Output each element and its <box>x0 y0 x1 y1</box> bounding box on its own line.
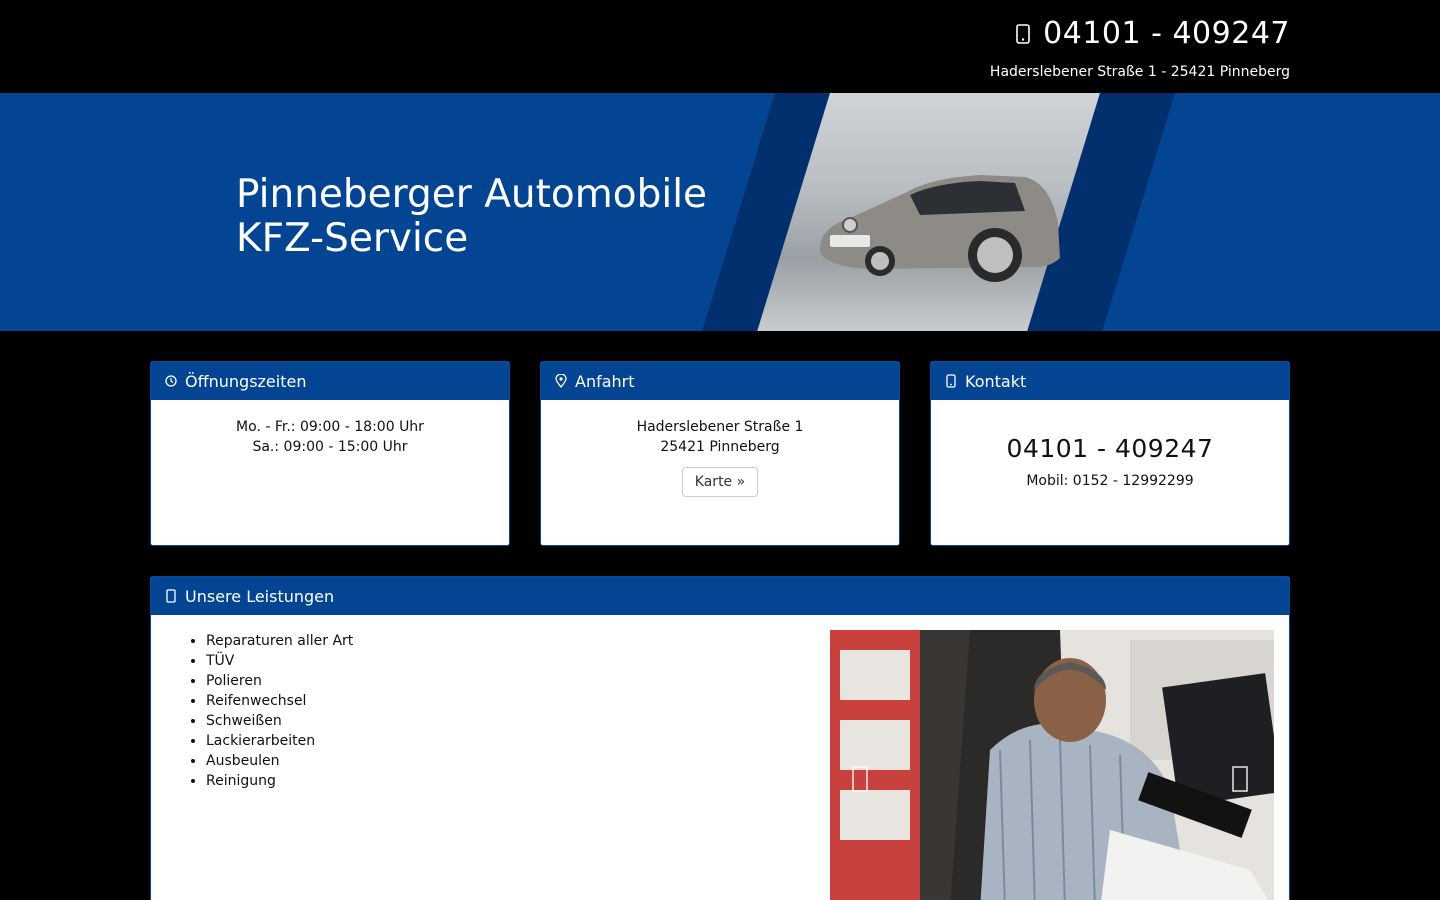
directions-city: 25421 Pinneberg <box>660 439 780 455</box>
mechanic-photo <box>830 630 1274 900</box>
contact-mobile[interactable]: Mobil: 0152 - 12992299 <box>931 473 1289 489</box>
map-button[interactable]: Karte » <box>681 467 759 497</box>
opening-hours-header: Öffnungszeiten <box>151 362 509 400</box>
services-title: Unsere Leistungen <box>185 586 335 606</box>
hero-banner: Pinneberger Automobile KFZ-Service <box>0 93 1440 331</box>
list-item: TÜV <box>206 651 353 671</box>
list-item: Reinigung <box>206 771 353 791</box>
directions-card: Anfahrt Haderslebener Straße 1 25421 Pin… <box>540 361 900 546</box>
header-phone-number: 04101 - 409247 <box>1043 16 1290 51</box>
list-item: Reifenwechsel <box>206 691 353 711</box>
chevron-right-icon[interactable] <box>1232 766 1248 799</box>
list-item: Polieren <box>206 671 353 691</box>
hero-title-line2: KFZ-Service <box>236 216 469 261</box>
hero-title: Pinneberger Automobile KFZ-Service <box>236 173 707 261</box>
directions-street: Haderslebener Straße 1 <box>636 419 804 435</box>
hours-saturday: Sa.: 09:00 - 15:00 Uhr <box>252 439 408 455</box>
contact-card: Kontakt 04101 - 409247 Mobil: 0152 - 129… <box>930 361 1290 546</box>
services-photo-carousel <box>830 630 1274 900</box>
map-marker-icon <box>555 374 567 388</box>
services-list: Reparaturen aller Art TÜV Polieren Reife… <box>206 631 353 791</box>
directions-body: Haderslebener Straße 1 25421 Pinneberg K… <box>541 400 899 497</box>
hero-title-line1: Pinneberger Automobile <box>236 172 708 217</box>
contact-phone[interactable]: 04101 - 409247 <box>931 434 1289 463</box>
services-header: Unsere Leistungen <box>151 577 1289 615</box>
clock-icon <box>165 375 177 387</box>
contact-title: Kontakt <box>965 371 1027 391</box>
chevron-left-icon[interactable] <box>852 766 868 799</box>
list-item: Schweißen <box>206 711 353 731</box>
wrench-icon <box>165 589 177 603</box>
list-item: Ausbeulen <box>206 751 353 771</box>
directions-title: Anfahrt <box>575 371 635 391</box>
list-item: Reparaturen aller Art <box>206 631 353 651</box>
phone-icon <box>945 374 957 388</box>
opening-hours-body: Mo. - Fr.: 09:00 - 18:00 Uhr Sa.: 09:00 … <box>151 400 509 457</box>
opening-hours-title: Öffnungszeiten <box>185 371 307 391</box>
contact-header: Kontakt <box>931 362 1289 400</box>
opening-hours-card: Öffnungszeiten Mo. - Fr.: 09:00 - 18:00 … <box>150 361 510 546</box>
contact-body: 04101 - 409247 Mobil: 0152 - 12992299 <box>931 434 1289 489</box>
hours-weekdays: Mo. - Fr.: 09:00 - 18:00 Uhr <box>236 419 424 435</box>
directions-header: Anfahrt <box>541 362 899 400</box>
phone-icon <box>1015 23 1031 44</box>
car-image <box>819 175 1060 282</box>
header-phone[interactable]: 04101 - 409247 <box>1015 16 1290 51</box>
top-bar: 04101 - 409247 Haderslebener Straße 1 - … <box>0 0 1440 93</box>
list-item: Lackierarbeiten <box>206 731 353 751</box>
services-card: Unsere Leistungen Reparaturen aller Art … <box>150 576 1290 900</box>
header-address: Haderslebener Straße 1 - 25421 Pinneberg <box>989 64 1290 80</box>
